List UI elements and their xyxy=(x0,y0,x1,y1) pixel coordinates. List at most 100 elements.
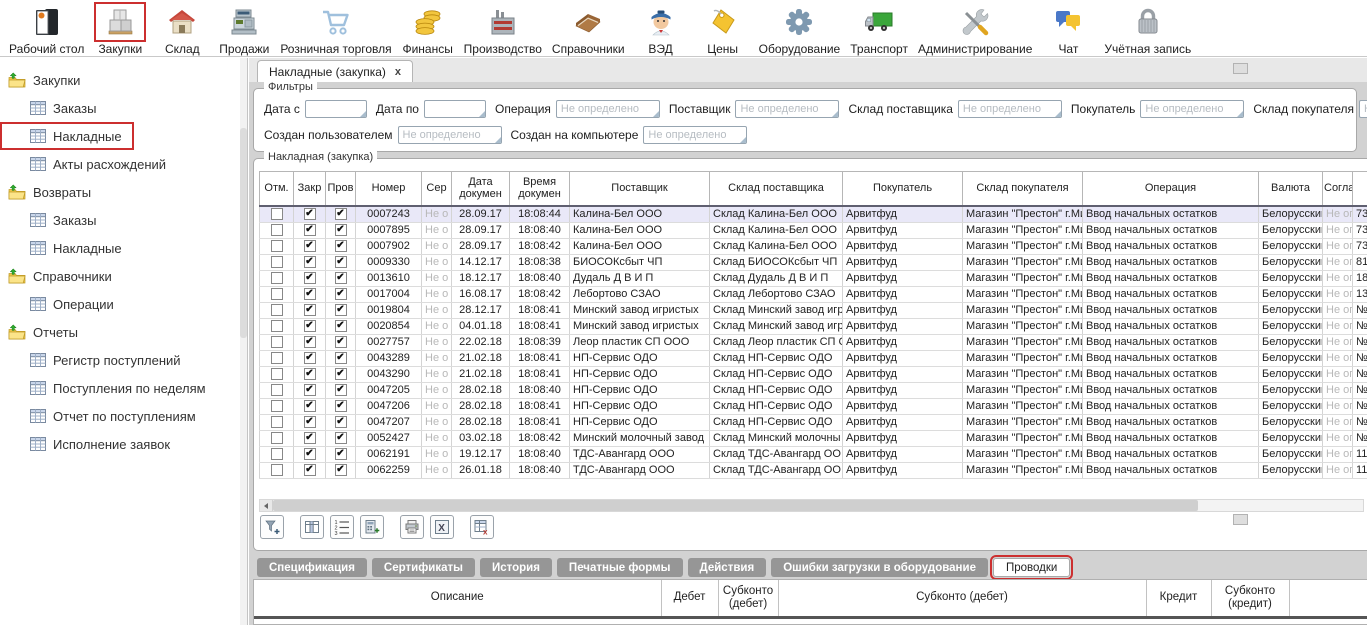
toolbar-item-prices[interactable]: Цены xyxy=(692,2,754,56)
marked-checkbox[interactable] xyxy=(271,224,283,236)
closed-checkbox[interactable]: ✔ xyxy=(304,288,316,300)
toolbar-item-purchases[interactable]: Закупки xyxy=(89,2,151,56)
table-row[interactable]: ✔✔0009330Не о14.12.1718:08:38БИОСОКсбыт … xyxy=(260,254,1367,270)
filter-date-input[interactable] xyxy=(424,100,486,118)
filter-combo[interactable]: Не определено xyxy=(1359,100,1367,118)
toolbar-item-account[interactable]: Учётная запись xyxy=(1099,2,1196,56)
marked-checkbox[interactable] xyxy=(271,208,283,220)
postings-column-header[interactable]: Субконто (кредит) xyxy=(1211,580,1289,617)
posted-checkbox[interactable]: ✔ xyxy=(335,400,347,412)
table-row[interactable]: ✔✔0007243Не о28.09.1718:08:44Калина-Бел … xyxy=(260,206,1367,223)
scroll-left-arrow-icon[interactable] xyxy=(260,500,273,511)
marked-checkbox[interactable] xyxy=(271,288,283,300)
table-row[interactable]: ✔✔0047206Не о28.02.1818:08:41НП-Сервис О… xyxy=(260,398,1367,414)
posted-checkbox[interactable]: ✔ xyxy=(335,336,347,348)
marked-checkbox[interactable] xyxy=(271,272,283,284)
calculator-plus-button[interactable] xyxy=(360,515,384,539)
toolbar-item-chat[interactable]: Чат xyxy=(1037,2,1099,56)
toolbar-item-warehouse[interactable]: Склад xyxy=(151,2,213,56)
sidebar-group-reports[interactable]: Отчеты xyxy=(0,318,247,346)
tab-history[interactable]: История xyxy=(480,558,552,577)
numbered-list-button[interactable]: 123 xyxy=(330,515,354,539)
column-header[interactable]: № до xyxy=(1353,172,1367,206)
posted-checkbox[interactable]: ✔ xyxy=(335,272,347,284)
toolbar-item-equipment[interactable]: Оборудование xyxy=(754,2,846,56)
column-header[interactable]: Номер xyxy=(356,172,422,206)
posted-checkbox[interactable]: ✔ xyxy=(335,416,347,428)
marked-checkbox[interactable] xyxy=(271,336,283,348)
marked-checkbox[interactable] xyxy=(271,400,283,412)
filter-combo[interactable]: Не определено xyxy=(643,126,747,144)
posted-checkbox[interactable]: ✔ xyxy=(335,304,347,316)
closed-checkbox[interactable]: ✔ xyxy=(304,320,316,332)
posted-checkbox[interactable]: ✔ xyxy=(335,320,347,332)
table-row[interactable]: ✔✔0047207Не о28.02.1818:08:41НП-Сервис О… xyxy=(260,414,1367,430)
closed-checkbox[interactable]: ✔ xyxy=(304,432,316,444)
closed-checkbox[interactable]: ✔ xyxy=(304,448,316,460)
column-header[interactable]: Дата докумен xyxy=(452,172,510,206)
filter-combo[interactable]: Не определено xyxy=(556,100,660,118)
column-header[interactable]: Поставщик xyxy=(570,172,710,206)
column-header[interactable]: Склад покупателя xyxy=(963,172,1083,206)
sidebar-item-requests-execution[interactable]: Исполнение заявок xyxy=(0,430,247,458)
marked-checkbox[interactable] xyxy=(271,416,283,428)
close-icon[interactable]: x xyxy=(395,66,401,78)
splitter-grip-top[interactable] xyxy=(1233,63,1248,74)
posted-checkbox[interactable]: ✔ xyxy=(335,432,347,444)
horizontal-scrollbar-thumb[interactable] xyxy=(273,500,1198,511)
closed-checkbox[interactable]: ✔ xyxy=(304,336,316,348)
marked-checkbox[interactable] xyxy=(271,256,283,268)
column-header[interactable]: Пров xyxy=(326,172,356,206)
toolbar-item-administration[interactable]: Администрирование xyxy=(913,2,1037,56)
sidebar-scrollbar[interactable] xyxy=(240,58,247,625)
closed-checkbox[interactable]: ✔ xyxy=(304,256,316,268)
sidebar-item-weekly-receipts[interactable]: Поступления по неделям xyxy=(0,374,247,402)
table-row[interactable]: ✔✔0062259Не о26.01.1818:08:40ТДС-Авангар… xyxy=(260,462,1367,478)
printer-button[interactable] xyxy=(400,515,424,539)
filter-combo[interactable]: Не определено xyxy=(1140,100,1244,118)
tab-print-forms[interactable]: Печатные формы xyxy=(557,558,683,577)
sidebar-item-discrepancy-acts[interactable]: Акты расхождений xyxy=(0,150,247,178)
column-header[interactable]: Согла xyxy=(1323,172,1353,206)
closed-checkbox[interactable]: ✔ xyxy=(304,208,316,220)
excel-export-button[interactable]: X xyxy=(430,515,454,539)
postings-column-header[interactable]: Описание xyxy=(254,580,661,617)
marked-checkbox[interactable] xyxy=(271,384,283,396)
column-header[interactable]: Отм. xyxy=(260,172,294,206)
postings-column-header[interactable]: Субконто (дебет) xyxy=(718,580,778,617)
column-chooser-button[interactable] xyxy=(300,515,324,539)
closed-checkbox[interactable]: ✔ xyxy=(304,352,316,364)
marked-checkbox[interactable] xyxy=(271,240,283,252)
posted-checkbox[interactable]: ✔ xyxy=(335,256,347,268)
posted-checkbox[interactable]: ✔ xyxy=(335,208,347,220)
splitter-grip-bottom[interactable] xyxy=(1233,514,1248,525)
posted-checkbox[interactable]: ✔ xyxy=(335,240,347,252)
column-header[interactable]: Покупатель xyxy=(843,172,963,206)
tab-invoices-purchase[interactable]: Накладные (закупка) x xyxy=(257,60,413,82)
posted-checkbox[interactable]: ✔ xyxy=(335,448,347,460)
filter-combo[interactable]: Не определено xyxy=(398,126,502,144)
filter-combo[interactable]: Не определено xyxy=(958,100,1062,118)
closed-checkbox[interactable]: ✔ xyxy=(304,304,316,316)
toolbar-item-references[interactable]: Справочники xyxy=(547,2,630,56)
closed-checkbox[interactable]: ✔ xyxy=(304,464,316,476)
tab-specification[interactable]: Спецификация xyxy=(257,558,367,577)
table-row[interactable]: ✔✔0062191Не о19.12.1718:08:40ТДС-Авангар… xyxy=(260,446,1367,462)
postings-column-header[interactable]: Субконто (дебет) xyxy=(778,580,1146,617)
column-header[interactable]: Операция xyxy=(1083,172,1259,206)
postings-column-header[interactable]: Дебет xyxy=(661,580,718,617)
closed-checkbox[interactable]: ✔ xyxy=(304,240,316,252)
posted-checkbox[interactable]: ✔ xyxy=(335,368,347,380)
marked-checkbox[interactable] xyxy=(271,448,283,460)
sidebar-item-invoices[interactable]: Накладные xyxy=(0,234,247,262)
closed-checkbox[interactable]: ✔ xyxy=(304,400,316,412)
marked-checkbox[interactable] xyxy=(271,464,283,476)
horizontal-scrollbar[interactable] xyxy=(259,499,1364,512)
toolbar-item-finance[interactable]: Финансы xyxy=(397,2,459,56)
filter-combo[interactable]: Не определено xyxy=(735,100,839,118)
postings-column-header[interactable]: Кредит xyxy=(1146,580,1211,617)
sidebar-item-orders[interactable]: Заказы xyxy=(0,94,247,122)
marked-checkbox[interactable] xyxy=(271,352,283,364)
table-row[interactable]: ✔✔0027757Не о22.02.1818:08:39Леор пласти… xyxy=(260,334,1367,350)
posted-checkbox[interactable]: ✔ xyxy=(335,352,347,364)
